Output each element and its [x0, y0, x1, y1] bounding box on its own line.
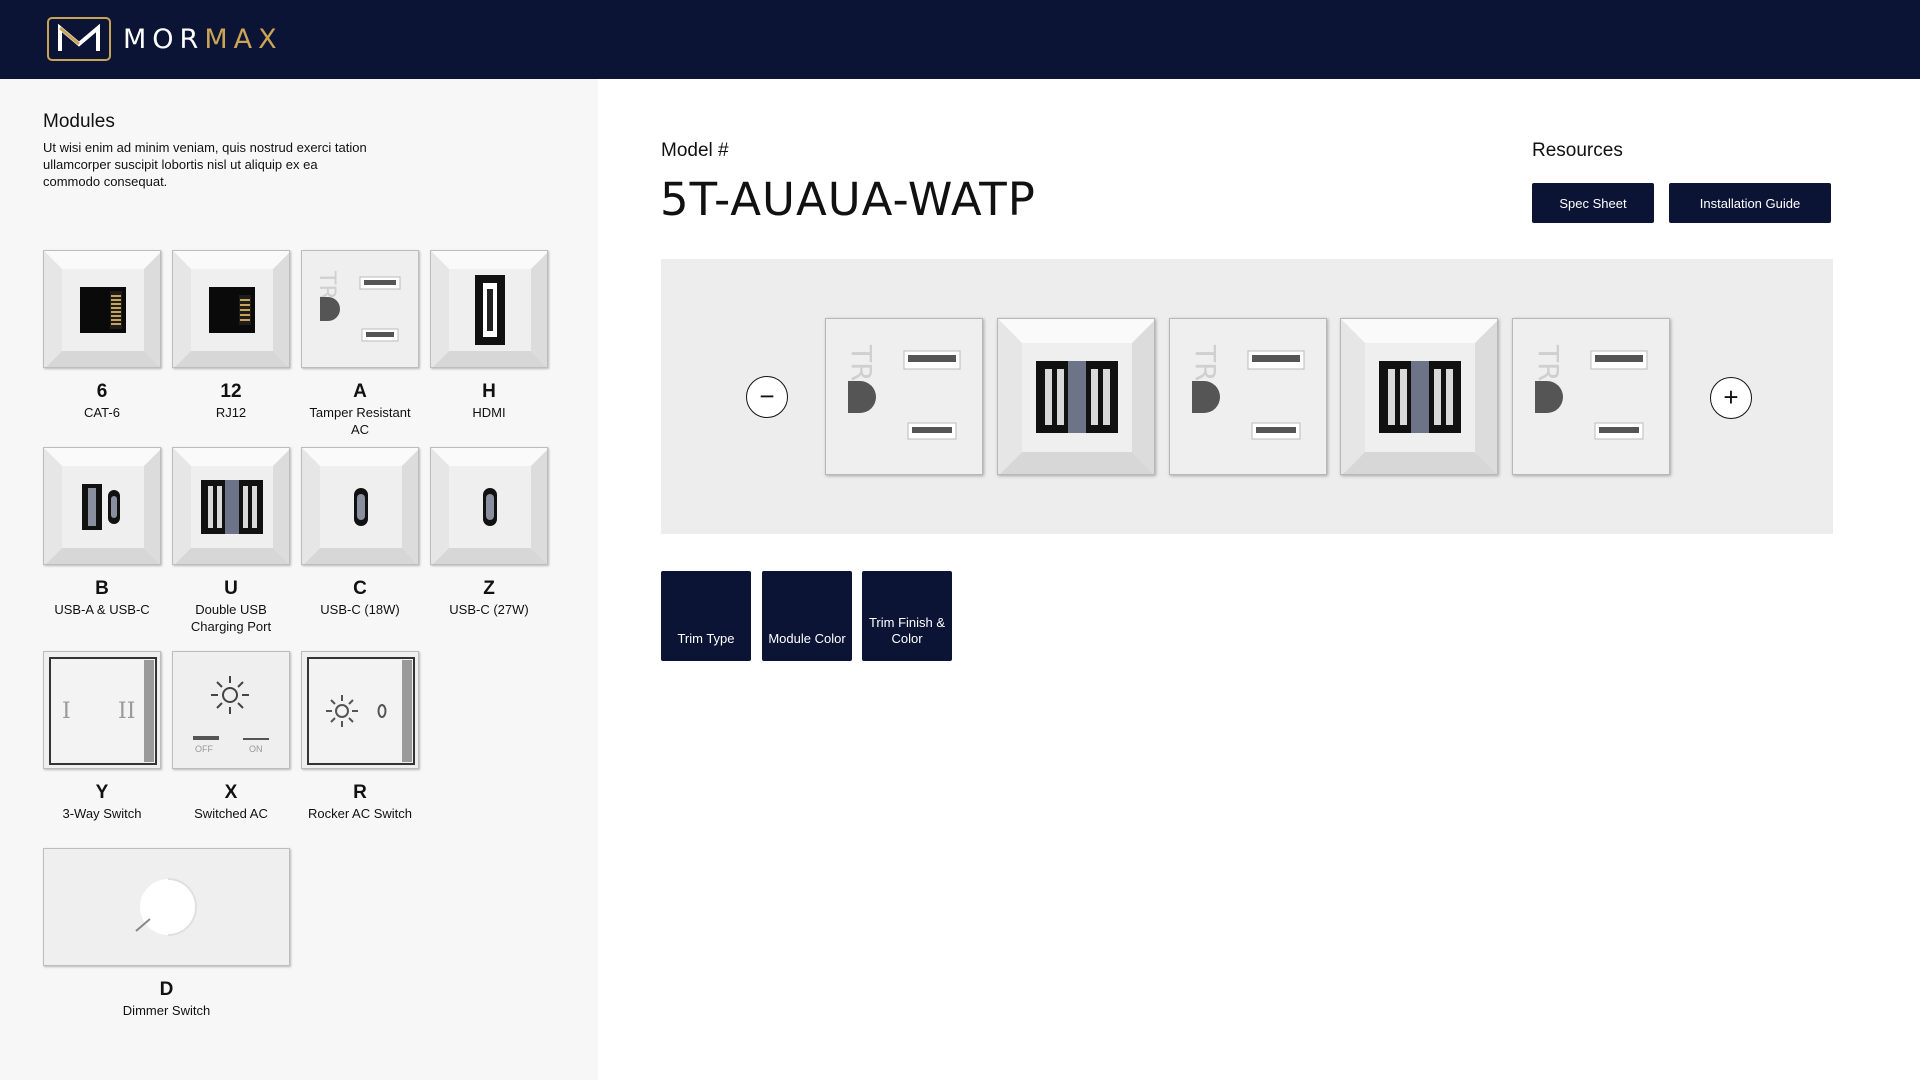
module-name: CAT-6	[84, 405, 120, 420]
preview-module-ac[interactable]: TR	[1169, 318, 1327, 475]
module-code: R	[353, 782, 367, 803]
module-name: Double USB Charging Port	[190, 602, 272, 634]
preview-module-ac[interactable]: TR	[1512, 318, 1670, 475]
brand-word-a: MOR	[123, 23, 205, 55]
sidebar-description: Ut wisi enim ad minim veniam, quis nostr…	[43, 140, 367, 189]
module-code: 12	[220, 381, 242, 402]
module-code: 6	[96, 381, 108, 402]
tr-mark: TR	[1532, 344, 1565, 382]
module-card-rocker-ac[interactable]: R Rocker AC Switch	[301, 651, 419, 822]
module-card-usb-c-27w[interactable]: Z USB-C (27W)	[430, 447, 548, 618]
module-name: USB-A & USB-C	[54, 602, 150, 617]
switch-label-one: I	[62, 699, 71, 724]
three-way-switch-icon: I II	[43, 651, 161, 769]
ethernet-jack-icon	[43, 250, 161, 368]
resources-label: Resources	[1532, 140, 1623, 161]
module-code: D	[159, 979, 174, 1000]
double-usb-icon	[1341, 319, 1497, 474]
spec-sheet-button[interactable]: Spec Sheet	[1532, 183, 1654, 223]
sidebar-title: Modules	[43, 111, 115, 132]
brand-word-b: MAX	[204, 23, 283, 55]
module-code: U	[224, 578, 238, 599]
usb-c-icon	[430, 447, 548, 565]
preview-module-double-usb[interactable]	[1340, 318, 1498, 475]
module-code: X	[224, 782, 238, 803]
double-usb-icon	[998, 319, 1154, 474]
model-number: 5T-AUAUA-WATP	[660, 173, 1036, 226]
module-card-rj12[interactable]: 12 RJ12	[172, 250, 290, 421]
module-name: RJ12	[215, 405, 247, 420]
module-name: Rocker AC Switch	[307, 806, 413, 821]
module-card-double-usb[interactable]: U Double USB Charging Port	[172, 447, 290, 635]
ac-outlet-icon: TR	[1532, 344, 1648, 440]
usb-c-icon	[301, 447, 419, 565]
rocker-switch-icon	[301, 651, 419, 769]
module-name: Tamper Resistant AC	[309, 405, 411, 437]
ac-outlet-icon: TR	[845, 344, 961, 440]
usb-a-c-icon	[43, 447, 161, 565]
top-bar: MORMAX	[0, 0, 1920, 79]
trim-finish-color-button[interactable]: Trim Finish & Color	[862, 571, 952, 661]
module-name: Dimmer Switch	[122, 1003, 211, 1018]
switch-label-two: II	[118, 699, 135, 724]
installation-guide-button[interactable]: Installation Guide	[1669, 183, 1831, 223]
module-card-hdmi[interactable]: H HDMI	[430, 250, 548, 421]
module-card-switched-ac[interactable]: OFF ON X Switched AC	[172, 651, 290, 822]
tr-mark: TR	[845, 344, 878, 382]
module-code: H	[482, 381, 496, 402]
module-name: USB-C (27W)	[449, 602, 529, 617]
ac-outlet-icon: TR	[1189, 344, 1305, 440]
switch-on-label: ON	[249, 744, 263, 754]
logo-mark-icon	[47, 17, 111, 61]
tr-mark: TR	[1189, 344, 1222, 382]
module-name: USB-C (18W)	[320, 602, 400, 617]
switched-ac-icon: OFF ON	[172, 651, 290, 769]
preview-module-ac[interactable]: TR	[825, 318, 983, 475]
module-code: A	[353, 381, 367, 402]
switch-off-label: OFF	[195, 744, 213, 754]
phone-jack-icon	[172, 250, 290, 368]
hdmi-port-icon	[430, 250, 548, 368]
remove-module-button[interactable]: −	[746, 376, 788, 418]
module-name: Switched AC	[194, 806, 268, 821]
trim-type-button[interactable]: Trim Type	[661, 571, 751, 661]
module-code: Y	[95, 782, 109, 803]
module-card-tamper-ac[interactable]: TR A Tamper Resistant AC	[301, 250, 419, 438]
ac-outlet-icon: TR	[301, 250, 419, 368]
module-card-usb-a-c[interactable]: B USB-A & USB-C	[43, 447, 161, 618]
brand-logo[interactable]: MORMAX	[47, 17, 283, 61]
module-code: C	[353, 578, 367, 599]
modules-sidebar: Modules Ut wisi enim ad minim veniam, qu…	[0, 79, 598, 1080]
brand-wordmark: MORMAX	[123, 24, 283, 55]
configuration-preview: − TR TR TR +	[661, 259, 1833, 534]
module-card-cat6[interactable]: 6 CAT-6	[43, 250, 161, 421]
module-code: B	[95, 578, 109, 599]
preview-module-double-usb[interactable]	[997, 318, 1155, 475]
module-code: Z	[483, 578, 495, 599]
tr-mark: TR	[314, 270, 339, 300]
module-color-button[interactable]: Module Color	[762, 571, 852, 661]
module-name: HDMI	[472, 405, 506, 420]
module-card-usb-c-18w[interactable]: C USB-C (18W)	[301, 447, 419, 618]
module-card-dimmer[interactable]: D Dimmer Switch	[43, 848, 290, 1019]
module-name: 3-Way Switch	[62, 806, 142, 821]
double-usb-icon	[172, 447, 290, 565]
module-card-3-way-switch[interactable]: I II Y 3-Way Switch	[43, 651, 161, 822]
model-label: Model #	[661, 140, 729, 161]
add-module-button[interactable]: +	[1710, 377, 1752, 419]
dimmer-switch-icon	[43, 848, 290, 966]
